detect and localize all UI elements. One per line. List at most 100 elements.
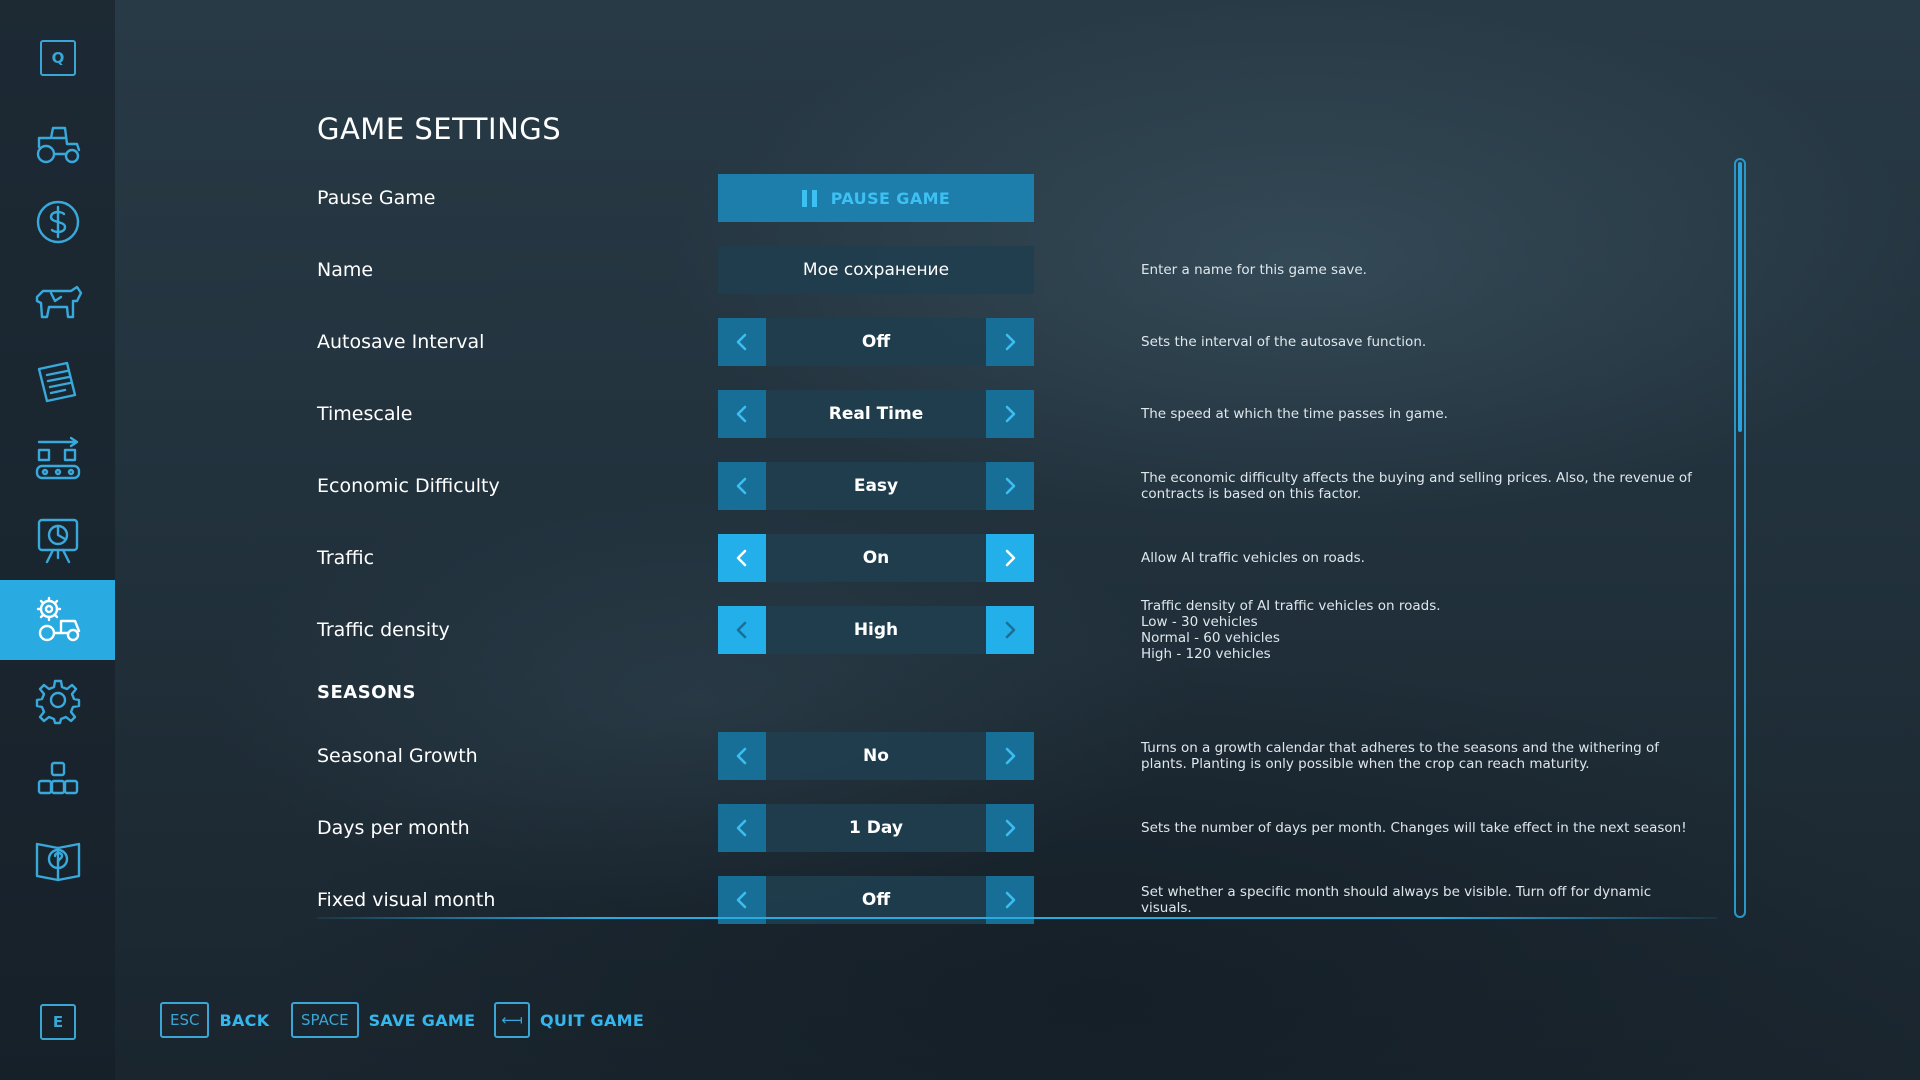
traffic-value: On [766, 534, 986, 582]
traffic-next-button[interactable] [986, 534, 1034, 582]
setting-row-name: Name Мое сохранение Enter a name for thi… [317, 246, 1717, 294]
setting-label: Traffic density [317, 619, 450, 641]
economic-difficulty-next-button[interactable] [986, 462, 1034, 510]
setting-row-traffic: Traffic On Allow AI traffic vehicles on … [317, 534, 1717, 582]
setting-description: Allow AI traffic vehicles on roads. [1141, 550, 1365, 566]
chevron-left-icon [736, 333, 747, 351]
space-key-hint: SPACE [291, 1002, 359, 1038]
setting-row-traffic-density: Traffic density High Traffic density of … [317, 598, 1717, 662]
pause-game-button[interactable]: PAUSE GAME [718, 174, 1034, 222]
game-settings-icon [36, 596, 80, 642]
sidebar-item-help[interactable] [0, 819, 115, 899]
autosave-value: Off [766, 318, 986, 366]
traffic-density-selector: High [718, 606, 1034, 654]
map-icon [37, 518, 78, 564]
timescale-prev-button[interactable] [718, 390, 766, 438]
setting-description: Sets the number of days per month. Chang… [1141, 820, 1687, 836]
chevron-right-icon [1005, 891, 1016, 909]
save-game-label: SAVE GAME [368, 1010, 476, 1030]
setting-label: Name [317, 259, 374, 281]
seasonal-growth-selector: No [718, 732, 1034, 780]
sidebar-item-map[interactable] [0, 501, 115, 581]
chevron-left-icon [736, 621, 747, 639]
setting-label: Seasonal Growth [317, 745, 478, 767]
sidebar-item-contracts[interactable] [0, 342, 115, 422]
chevron-left-icon [736, 891, 747, 909]
pause-icon [801, 189, 817, 207]
days-per-month-value: 1 Day [766, 804, 986, 852]
cow-icon [35, 285, 82, 319]
economic-difficulty-prev-button[interactable] [718, 462, 766, 510]
chevron-right-icon [1005, 747, 1016, 765]
mods-icon [37, 761, 78, 795]
setting-row-timescale: Timescale Real Time The speed at which t… [317, 390, 1717, 438]
quit-game-button[interactable]: ⟻ QUIT GAME [494, 1001, 644, 1039]
setting-row-seasonal-growth: Seasonal Growth No Turns on a growth cal… [317, 732, 1717, 780]
sidebar-item-game-settings[interactable] [0, 580, 115, 660]
economic-difficulty-selector: Easy [718, 462, 1034, 510]
seasonal-growth-value: No [766, 732, 986, 780]
autosave-next-button[interactable] [986, 318, 1034, 366]
days-per-month-selector: 1 Day [718, 804, 1034, 852]
next-page-key-hint: E [40, 1004, 76, 1040]
chevron-right-icon [1005, 405, 1016, 423]
sidebar-item-general-settings[interactable] [0, 660, 115, 740]
days-per-month-next-button[interactable] [986, 804, 1034, 852]
economic-difficulty-value: Easy [766, 462, 986, 510]
setting-label: Economic Difficulty [317, 475, 500, 497]
quit-game-label: QUIT GAME [540, 1010, 645, 1030]
tractor-icon [36, 126, 80, 164]
chevron-right-icon [1005, 549, 1016, 567]
back-label: BACK [219, 1010, 270, 1030]
timescale-selector: Real Time [718, 390, 1034, 438]
chevron-left-icon [736, 405, 747, 423]
sidebar-item-vehicles[interactable] [0, 103, 115, 183]
setting-description: Traffic density of AI traffic vehicles o… [1141, 598, 1441, 662]
sidebar-item-finances[interactable] [0, 182, 115, 262]
timescale-next-button[interactable] [986, 390, 1034, 438]
gear-icon [35, 679, 80, 725]
sidebar-item-animals[interactable] [0, 262, 115, 342]
setting-row-pause: Pause Game PAUSE GAME [317, 174, 1717, 222]
setting-label: Timescale [317, 403, 413, 425]
chevron-right-icon [1005, 333, 1016, 351]
setting-description: The economic difficulty affects the buyi… [1141, 470, 1692, 502]
dollar-icon [36, 200, 79, 244]
production-icon [35, 436, 80, 480]
setting-row-days-per-month: Days per month 1 Day Sets the number of … [317, 804, 1717, 852]
autosave-prev-button[interactable] [718, 318, 766, 366]
backspace-key-icon: ⟻ [494, 1002, 530, 1038]
setting-description: Turns on a growth calendar that adheres … [1141, 740, 1660, 772]
seasonal-growth-prev-button[interactable] [718, 732, 766, 780]
seasonal-growth-next-button[interactable] [986, 732, 1034, 780]
pause-game-button-label: PAUSE GAME [830, 188, 951, 208]
prev-page-key-hint: Q [40, 40, 76, 76]
chevron-right-icon [1005, 621, 1016, 639]
sidebar-item-production[interactable] [0, 421, 115, 501]
save-game-button[interactable]: SPACE SAVE GAME [291, 1001, 475, 1039]
chevron-left-icon [736, 747, 747, 765]
settings-scrollbar-thumb[interactable] [1738, 162, 1742, 432]
days-per-month-prev-button[interactable] [718, 804, 766, 852]
settings-scrollbar[interactable] [1734, 158, 1746, 918]
sidebar-item-mods[interactable] [0, 740, 115, 820]
contracts-icon [37, 361, 76, 403]
traffic-selector: On [718, 534, 1034, 582]
name-control: Мое сохранение [718, 246, 1034, 294]
traffic-density-next-button[interactable] [986, 606, 1034, 654]
setting-label: Pause Game [317, 187, 436, 209]
setting-row-economic-difficulty: Economic Difficulty Easy The economic di… [317, 462, 1717, 510]
pause-control: PAUSE GAME [718, 174, 1034, 222]
traffic-density-prev-button[interactable] [718, 606, 766, 654]
back-button[interactable]: ESC BACK [160, 1001, 269, 1039]
setting-description: Sets the interval of the autosave functi… [1141, 334, 1427, 350]
save-name-input[interactable]: Мое сохранение [718, 246, 1034, 294]
traffic-prev-button[interactable] [718, 534, 766, 582]
chevron-left-icon [736, 549, 747, 567]
list-bottom-divider [317, 917, 1717, 919]
chevron-left-icon [736, 819, 747, 837]
setting-description: The speed at which the time passes in ga… [1141, 406, 1448, 422]
setting-label: Days per month [317, 817, 470, 839]
sidebar: Q E [0, 0, 115, 1080]
section-header-seasons: SEASONS [317, 682, 416, 703]
